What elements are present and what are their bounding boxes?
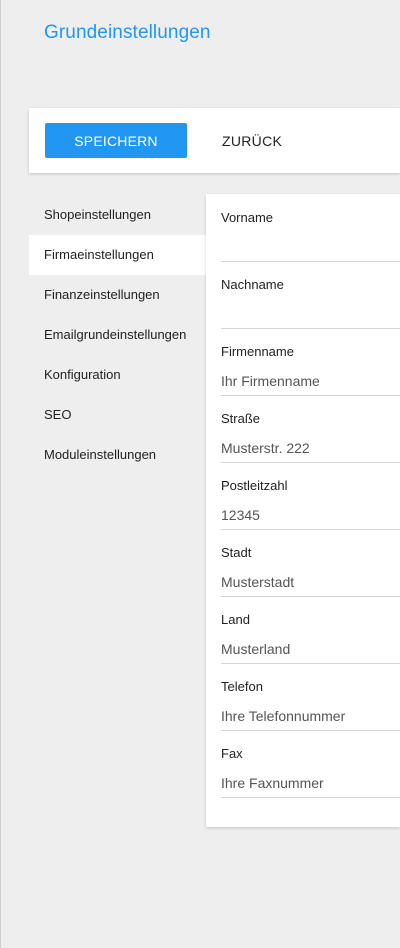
sidebar-item-konfiguration[interactable]: Konfiguration <box>29 355 206 395</box>
field-firmenname: Firmenname <box>221 343 400 403</box>
sidebar-item-firmaeinstellungen[interactable]: Firmaeinstellungen <box>29 235 206 275</box>
back-button[interactable]: ZURÜCK <box>207 123 297 158</box>
sidebar-item-seo[interactable]: SEO <box>29 395 206 435</box>
telefon-input[interactable] <box>221 701 400 731</box>
sidebar-item-finanzeinstellungen[interactable]: Finanzeinstellungen <box>29 275 206 315</box>
field-label: Firmenname <box>221 344 294 359</box>
field-telefon: Telefon <box>221 678 400 738</box>
window-left-border <box>0 0 1 948</box>
sidebar-item-emailgrundeinstellungen[interactable]: Emailgrundeinstellungen <box>29 315 206 355</box>
strasse-input[interactable] <box>221 433 400 463</box>
settings-sidebar: Shopeinstellungen Firmaeinstellungen Fin… <box>29 195 206 475</box>
field-nachname: Nachname <box>221 276 400 336</box>
page-title: Grundeinstellungen <box>44 22 211 43</box>
field-strasse: Straße <box>221 410 400 470</box>
field-label: Vorname <box>221 210 274 225</box>
field-land: Land <box>221 611 400 671</box>
field-vorname: Vorname <box>221 209 400 269</box>
stadt-input[interactable] <box>221 567 400 597</box>
field-label: Nachname <box>221 277 284 292</box>
action-toolbar: SPEICHERN ZURÜCK <box>29 108 400 173</box>
field-label: Stadt <box>221 545 252 560</box>
firmenname-input[interactable] <box>221 366 400 396</box>
field-label: Land <box>221 612 250 627</box>
field-label: Telefon <box>221 679 263 694</box>
vorname-input[interactable] <box>221 232 400 262</box>
save-button[interactable]: SPEICHERN <box>45 123 187 158</box>
field-fax: Fax <box>221 745 400 805</box>
field-label: Fax <box>221 746 243 761</box>
field-stadt: Stadt <box>221 544 400 604</box>
postleitzahl-input[interactable] <box>221 500 400 530</box>
land-input[interactable] <box>221 634 400 664</box>
fax-input[interactable] <box>221 768 400 798</box>
sidebar-item-moduleinstellungen[interactable]: Moduleinstellungen <box>29 435 206 475</box>
field-label: Straße <box>221 411 261 426</box>
field-postleitzahl: Postleitzahl <box>221 477 400 537</box>
nachname-input[interactable] <box>221 299 400 329</box>
field-label: Postleitzahl <box>221 478 288 493</box>
company-settings-form: Vorname Nachname Firmenname Straße Postl… <box>206 194 400 827</box>
sidebar-item-shopeinstellungen[interactable]: Shopeinstellungen <box>29 195 206 235</box>
